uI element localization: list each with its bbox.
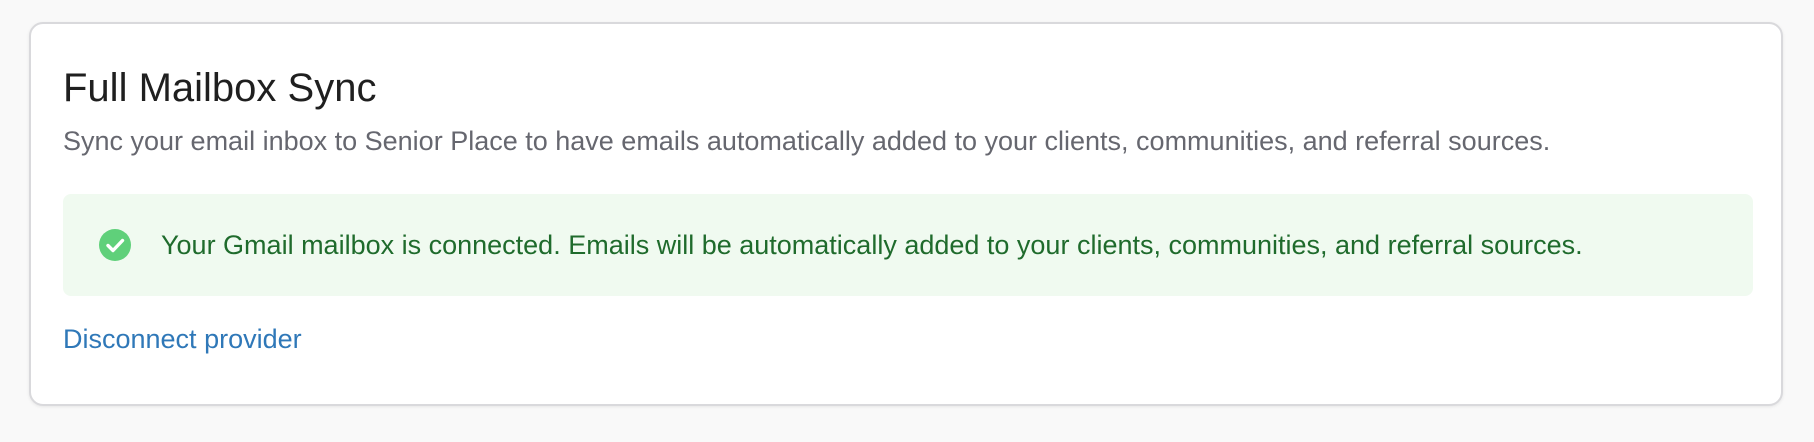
card-title: Full Mailbox Sync xyxy=(63,66,377,110)
disconnect-provider-link[interactable]: Disconnect provider xyxy=(63,322,302,357)
check-circle-icon xyxy=(99,229,131,261)
connection-status-message: Your Gmail mailbox is connected. Emails … xyxy=(161,229,1583,260)
card-description: Sync your email inbox to Senior Place to… xyxy=(63,126,1551,156)
connection-status-alert: Your Gmail mailbox is connected. Emails … xyxy=(63,194,1753,296)
mailbox-sync-card: Full Mailbox Sync Sync your email inbox … xyxy=(29,22,1783,406)
